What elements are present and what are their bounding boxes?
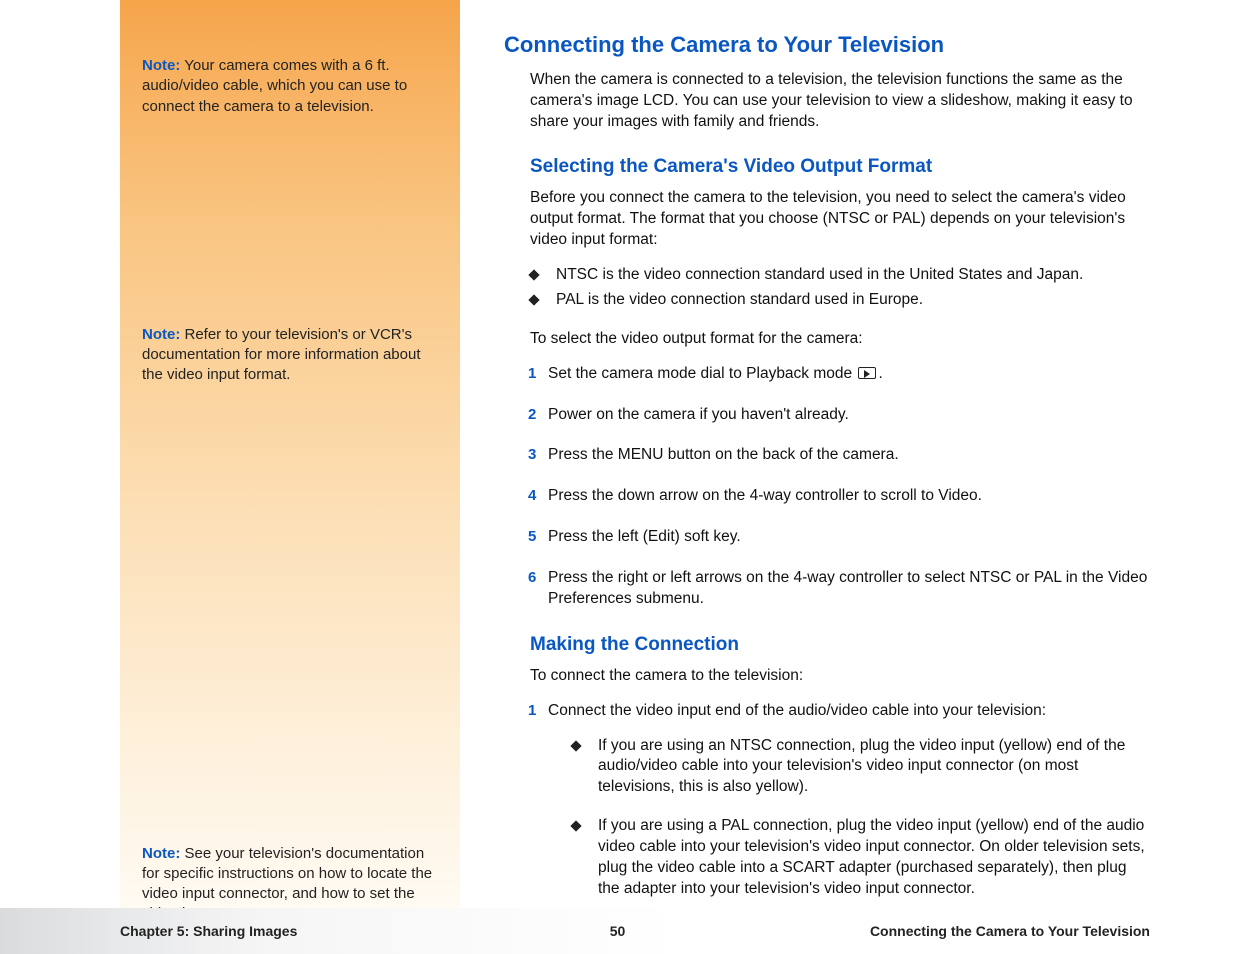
step-number: 3	[528, 445, 548, 465]
step-number: 1	[528, 364, 548, 384]
step-number: 1	[528, 701, 548, 721]
body-paragraph: Before you connect the camera to the tel…	[504, 188, 1150, 251]
note-text: Your camera comes with a 6 ft. audio/vid…	[142, 57, 407, 115]
step-text: Press the left (Edit) soft key.	[548, 527, 1150, 548]
step-item: 3 Press the MENU button on the back of t…	[528, 445, 1150, 466]
step-text: Power on the camera if you haven't alrea…	[548, 405, 1150, 426]
note-label: Note:	[142, 326, 180, 343]
footer-page-number: 50	[610, 923, 626, 939]
body-paragraph: To connect the camera to the television:	[504, 666, 1150, 687]
step-number: 6	[528, 568, 548, 588]
note-text: Refer to your television's or VCR's docu…	[142, 326, 421, 384]
step-text: Press the down arrow on the 4-way contro…	[548, 486, 1150, 507]
sidebar-note: Note: Refer to your television's or VCR'…	[142, 325, 442, 386]
diamond-bullet-icon	[570, 740, 581, 751]
diamond-bullet-icon	[570, 821, 581, 832]
footer-section-title: Connecting the Camera to Your Television	[870, 923, 1150, 939]
step-item: 6 Press the right or left arrows on the …	[528, 568, 1150, 610]
note-label: Note:	[142, 57, 180, 74]
body-paragraph: To select the video output format for th…	[504, 329, 1150, 350]
note-label: Note:	[142, 845, 180, 862]
step-number: 4	[528, 486, 548, 506]
bullet-text: If you are using a PAL connection, plug …	[598, 816, 1150, 900]
section-heading: Making the Connection	[504, 632, 1150, 658]
step-text: Press the MENU button on the back of the…	[548, 445, 1150, 466]
step-number: 2	[528, 405, 548, 425]
step-number: 5	[528, 527, 548, 547]
bullet-text: NTSC is the video connection standard us…	[556, 265, 1083, 286]
playback-mode-icon	[858, 367, 876, 379]
page-title: Connecting the Camera to Your Television	[504, 30, 1150, 60]
step-text: Press the right or left arrows on the 4-…	[548, 568, 1150, 610]
list-item: PAL is the video connection standard use…	[530, 290, 1150, 311]
intro-paragraph: When the camera is connected to a televi…	[504, 70, 1150, 133]
step-item: 5 Press the left (Edit) soft key.	[528, 527, 1150, 548]
ordered-steps: 1 Connect the video input end of the aud…	[504, 701, 1150, 918]
list-item: If you are using an NTSC connection, plu…	[572, 736, 1150, 799]
list-item: If you are using a PAL connection, plug …	[572, 816, 1150, 900]
diamond-bullet-icon	[528, 269, 539, 280]
step-item: 1 Set the camera mode dial to Playback m…	[528, 364, 1150, 385]
ordered-steps: 1 Set the camera mode dial to Playback m…	[504, 364, 1150, 610]
step-item: 1 Connect the video input end of the aud…	[528, 701, 1150, 918]
section-heading: Selecting the Camera's Video Output Form…	[504, 154, 1150, 180]
footer-chapter: Chapter 5: Sharing Images	[120, 923, 297, 939]
list-item: NTSC is the video connection standard us…	[530, 265, 1150, 286]
bullet-text: PAL is the video connection standard use…	[556, 290, 923, 311]
step-item: 4 Press the down arrow on the 4-way cont…	[528, 486, 1150, 507]
sidebar: Note: Your camera comes with a 6 ft. aud…	[120, 0, 460, 908]
step-text: Connect the video input end of the audio…	[548, 701, 1150, 918]
step-item: 2 Power on the camera if you haven't alr…	[528, 405, 1150, 426]
bullet-text: If you are using an NTSC connection, plu…	[598, 736, 1150, 799]
diamond-bullet-icon	[528, 294, 539, 305]
page-footer: Chapter 5: Sharing Images 50 Connecting …	[0, 908, 1235, 954]
main-content: Connecting the Camera to Your Television…	[460, 0, 1150, 908]
step-text: Set the camera mode dial to Playback mod…	[548, 364, 1150, 385]
sidebar-note: Note: Your camera comes with a 6 ft. aud…	[142, 56, 442, 117]
bullet-list: NTSC is the video connection standard us…	[504, 265, 1150, 311]
